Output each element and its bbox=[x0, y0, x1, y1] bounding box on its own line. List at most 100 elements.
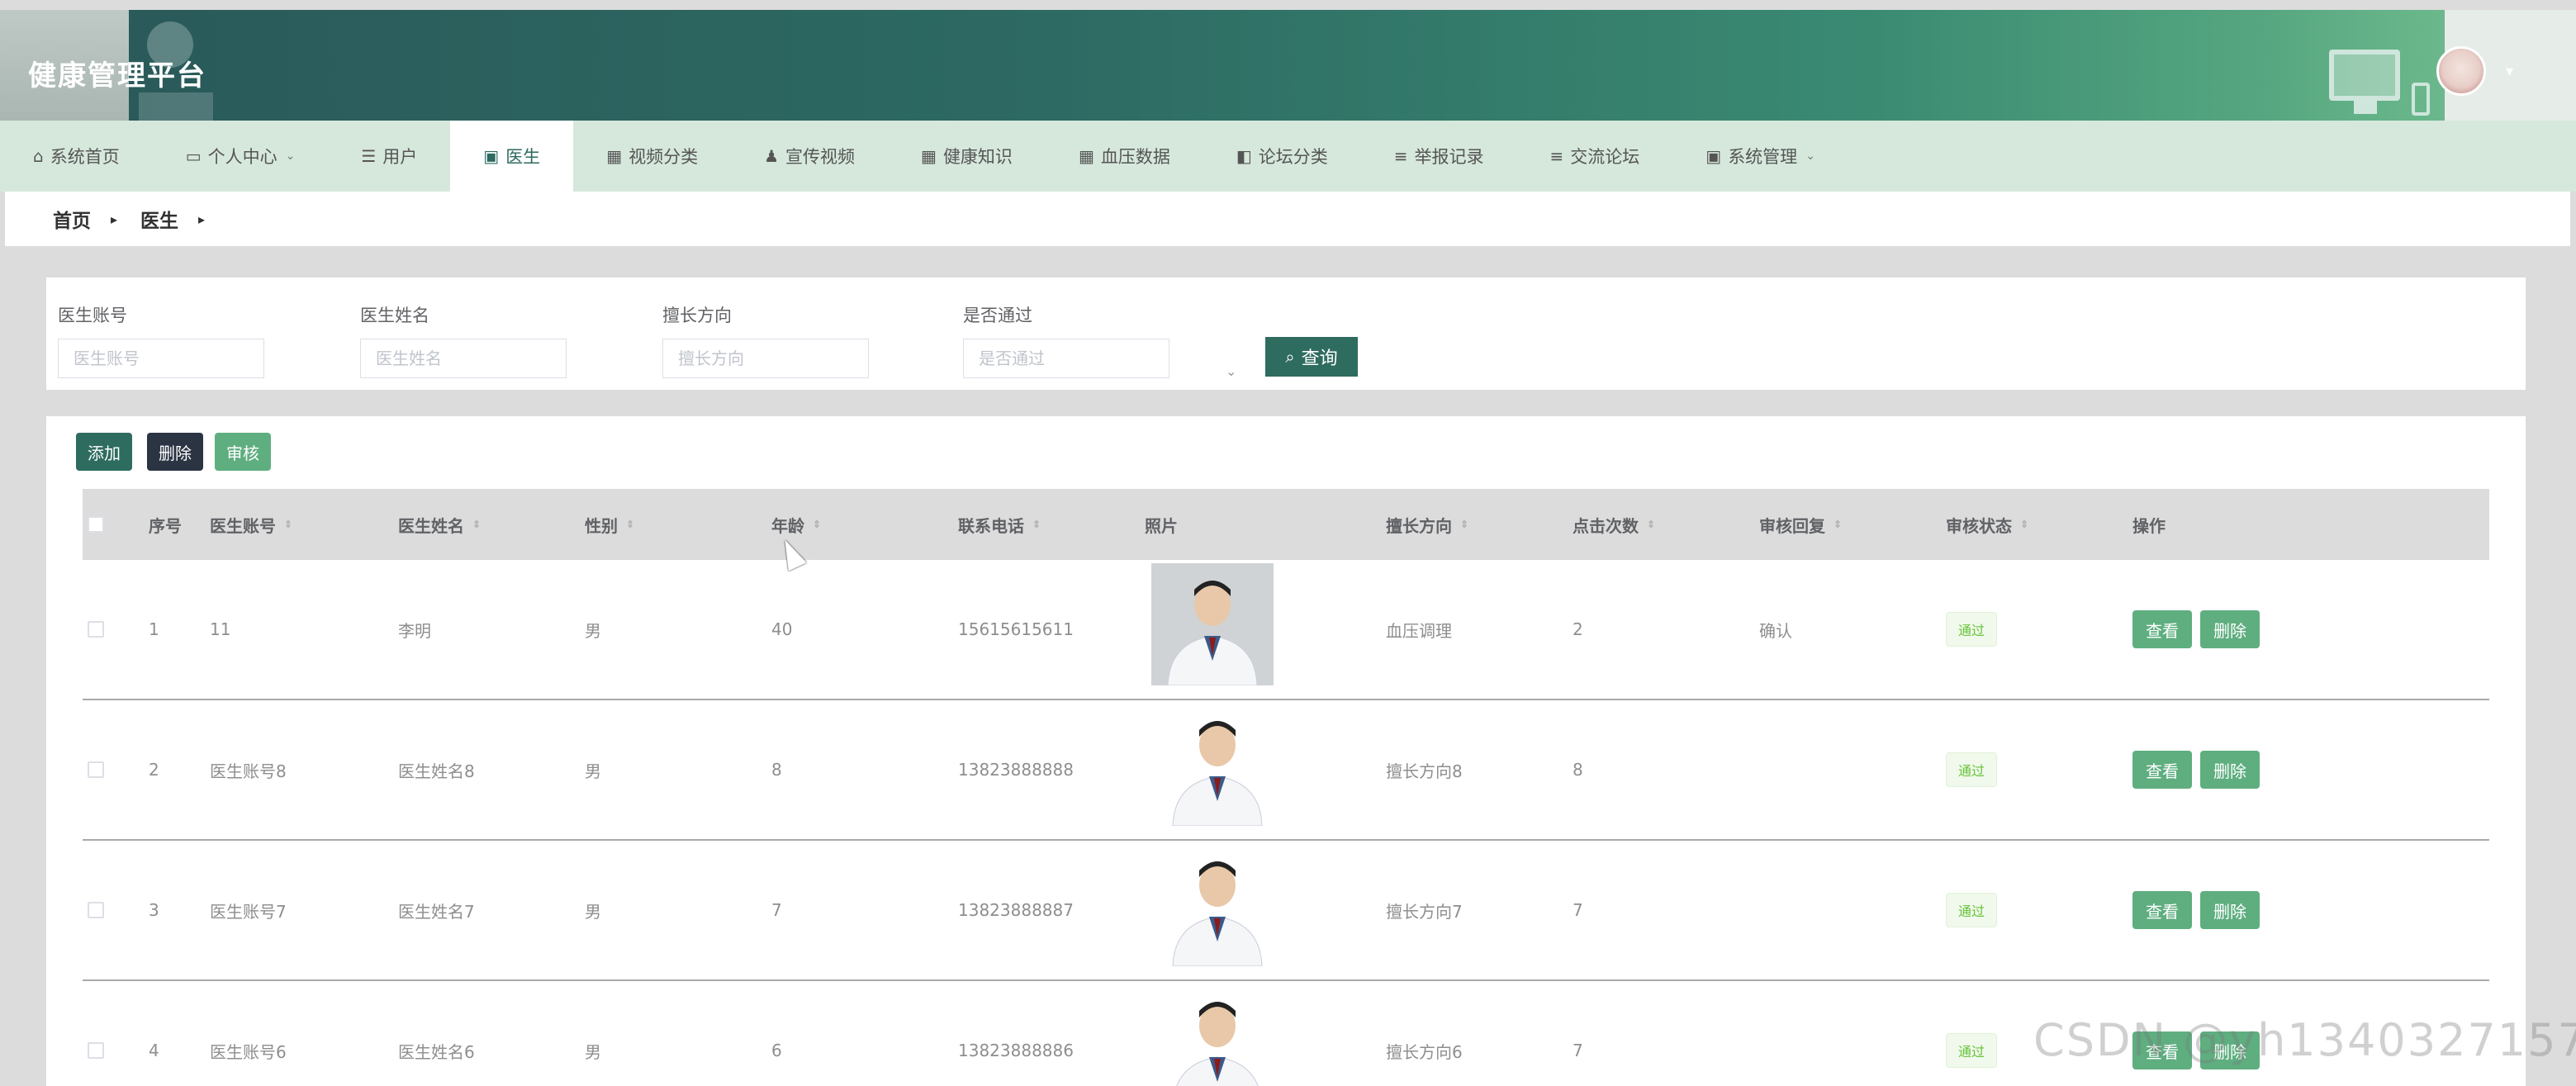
nav-item-2[interactable]: ☰ 用户 bbox=[328, 121, 450, 192]
header-banner bbox=[129, 10, 2445, 121]
grid-icon: ▦ bbox=[1078, 146, 1094, 166]
view-button[interactable]: 查看 bbox=[2132, 751, 2192, 789]
nav-item-label: 视频分类 bbox=[629, 147, 699, 167]
avatar[interactable] bbox=[2436, 46, 2486, 96]
sort-icon[interactable]: ⇕ bbox=[284, 519, 292, 529]
approved-search-label: 是否通过 bbox=[963, 306, 1032, 325]
header-specialty[interactable]: 擅长方向 ⇕ bbox=[1386, 489, 1468, 560]
sort-icon[interactable]: ⇕ bbox=[1647, 519, 1655, 529]
row-checkbox[interactable] bbox=[88, 560, 104, 699]
cell-age: 40 bbox=[771, 619, 793, 639]
add-button[interactable]: 添加 bbox=[76, 433, 132, 471]
header-gender[interactable]: 性别 ⇕ bbox=[585, 489, 634, 560]
nav-item-11[interactable]: ▣ 系统管理 ⌄ bbox=[1672, 121, 1848, 192]
cell-gender: 男 bbox=[585, 901, 601, 922]
header-reply[interactable]: 审核回复 ⇕ bbox=[1759, 489, 1842, 560]
main-nav: ⌂ 系统首页 ▭ 个人中心 ⌄ ☰ 用户 ▣ 医生 ▦ 视频分类 ♟ 宣传视频 ▦ 健康知识 ▦ 血压数据 ◧ 论坛… bbox=[0, 121, 2576, 192]
top-header: 健康管理平台 ▾ bbox=[0, 10, 2576, 121]
header-clicks[interactable]: 点击次数 ⇕ bbox=[1573, 489, 1655, 560]
card-icon: ▭ bbox=[185, 146, 202, 166]
specialty-search-input[interactable] bbox=[662, 339, 869, 378]
person-icon: ♟ bbox=[764, 146, 780, 166]
table-row[interactable]: 3 医生账号7 医生姓名7 男 7 13823888887 擅长方向7 7 通过 查看 删除 bbox=[83, 841, 2489, 981]
nav-item-7[interactable]: ▦ 血压数据 bbox=[1046, 121, 1203, 192]
select-all-checkbox[interactable] bbox=[88, 489, 104, 560]
nav-item-label: 系统首页 bbox=[50, 147, 120, 167]
cell-status: 通过 bbox=[1946, 841, 1998, 979]
status-badge: 通过 bbox=[1946, 1033, 1998, 1068]
header-photo: 照片 bbox=[1145, 515, 1178, 536]
monitor-icon bbox=[2329, 50, 2400, 101]
cell-phone: 13823888887 bbox=[958, 900, 1074, 920]
chevron-right-icon: ▸ bbox=[198, 211, 206, 227]
table-row[interactable]: 1 11 李明男 40 15615615611 血压调理 2 确认 通过 查看 删除 bbox=[83, 560, 2489, 700]
delete-button[interactable]: 删除 bbox=[2200, 891, 2260, 929]
nav-item-label: 交流论坛 bbox=[1570, 147, 1640, 167]
nav-item-10[interactable]: ≡ 交流论坛 bbox=[1517, 121, 1673, 192]
row-checkbox[interactable] bbox=[88, 841, 104, 979]
delete-button[interactable]: 删除 bbox=[2200, 751, 2260, 789]
sort-icon[interactable]: ⇕ bbox=[472, 519, 481, 529]
nav-item-label: 论坛分类 bbox=[1258, 147, 1328, 167]
cell-specialty: 擅长方向8 bbox=[1386, 761, 1463, 781]
nav-item-label: 个人中心 bbox=[207, 147, 278, 167]
nav-item-0[interactable]: ⌂ 系统首页 bbox=[30, 121, 153, 192]
header-index: 序号 bbox=[149, 515, 182, 536]
sort-icon[interactable]: ⇕ bbox=[1460, 519, 1468, 529]
cell-status: 通过 bbox=[1946, 560, 1998, 699]
header-name[interactable]: 医生姓名 ⇕ bbox=[398, 489, 481, 560]
account-search-label: 医生账号 bbox=[58, 306, 127, 325]
sort-icon[interactable]: ⇕ bbox=[2020, 519, 2028, 529]
sort-icon[interactable]: ⇕ bbox=[813, 519, 821, 529]
cell-status: 通过 bbox=[1946, 981, 1998, 1086]
doctor-photo bbox=[1151, 563, 1274, 685]
nav-item-4[interactable]: ▦ 视频分类 bbox=[573, 121, 731, 192]
batch-delete-button[interactable]: 删除 bbox=[147, 433, 203, 471]
cell-age: 8 bbox=[771, 760, 782, 780]
nav-item-3[interactable]: ▣ 医生 bbox=[450, 121, 574, 192]
account-search-input[interactable] bbox=[58, 339, 264, 378]
cell-specialty: 血压调理 bbox=[1386, 620, 1452, 641]
query-button[interactable]: ⌕ 查询 bbox=[1265, 337, 1358, 377]
row-checkbox[interactable] bbox=[88, 700, 104, 839]
view-button[interactable]: 查看 bbox=[2132, 610, 2192, 648]
cell-index: 2 bbox=[149, 760, 159, 780]
name-search-input[interactable] bbox=[360, 339, 567, 378]
sort-icon[interactable]: ⇕ bbox=[626, 519, 634, 529]
cell-clicks: 2 bbox=[1573, 619, 1583, 639]
cell-specialty: 擅长方向6 bbox=[1386, 1041, 1463, 1062]
breadcrumb-home[interactable]: 首页 bbox=[53, 205, 91, 233]
nav-item-8[interactable]: ◧ 论坛分类 bbox=[1203, 121, 1361, 192]
nav-item-1[interactable]: ▭ 个人中心 ⌄ bbox=[153, 121, 329, 192]
delete-button[interactable]: 删除 bbox=[2200, 610, 2260, 648]
chevron-down-icon[interactable]: ▾ bbox=[2506, 63, 2513, 80]
nav-item-5[interactable]: ♟ 宣传视频 bbox=[731, 121, 888, 192]
grid-icon: ▦ bbox=[606, 146, 623, 166]
header-account[interactable]: 医生账号 ⇕ bbox=[210, 489, 292, 560]
specialty-search-field: 擅长方向 bbox=[662, 302, 869, 378]
table-row[interactable]: 2 医生账号8 医生姓名8 男 8 13823888888 擅长方向8 8 通过 查看 删除 bbox=[83, 700, 2489, 841]
nav-item-9[interactable]: ≡ 举报记录 bbox=[1361, 121, 1517, 192]
row-checkbox[interactable] bbox=[88, 981, 104, 1086]
cell-index: 1 bbox=[149, 619, 159, 639]
search-icon: ⌕ bbox=[1285, 347, 1295, 367]
sort-icon[interactable]: ⇕ bbox=[1032, 519, 1041, 529]
account-search-field: 医生账号 bbox=[58, 302, 264, 378]
nav-item-label: 医生 bbox=[505, 147, 541, 167]
chevron-down-icon: ⌄ bbox=[1805, 149, 1815, 163]
search-panel: 医生账号 医生姓名 擅长方向 是否通过 ⌄ ⌕ 查询 bbox=[46, 277, 2526, 390]
nav-item-6[interactable]: ▦ 健康知识 bbox=[888, 121, 1046, 192]
audit-button[interactable]: 审核 bbox=[215, 433, 271, 471]
video-icon: ◧ bbox=[1236, 146, 1252, 166]
status-badge: 通过 bbox=[1946, 893, 1998, 927]
view-button[interactable]: 查看 bbox=[2132, 891, 2192, 929]
cell-phone: 13823888888 bbox=[958, 760, 1074, 780]
cell-actions: 查看 删除 bbox=[2132, 560, 2268, 699]
header-status[interactable]: 审核状态 ⇕ bbox=[1946, 489, 2028, 560]
chevron-down-icon[interactable]: ⌄ bbox=[1226, 363, 1236, 379]
sort-icon[interactable]: ⇕ bbox=[1834, 519, 1842, 529]
header-phone[interactable]: 联系电话 ⇕ bbox=[958, 489, 1041, 560]
name-search-label: 医生姓名 bbox=[360, 306, 429, 325]
approved-select[interactable] bbox=[963, 339, 1169, 378]
chevron-down-icon: ⌄ bbox=[285, 149, 296, 163]
